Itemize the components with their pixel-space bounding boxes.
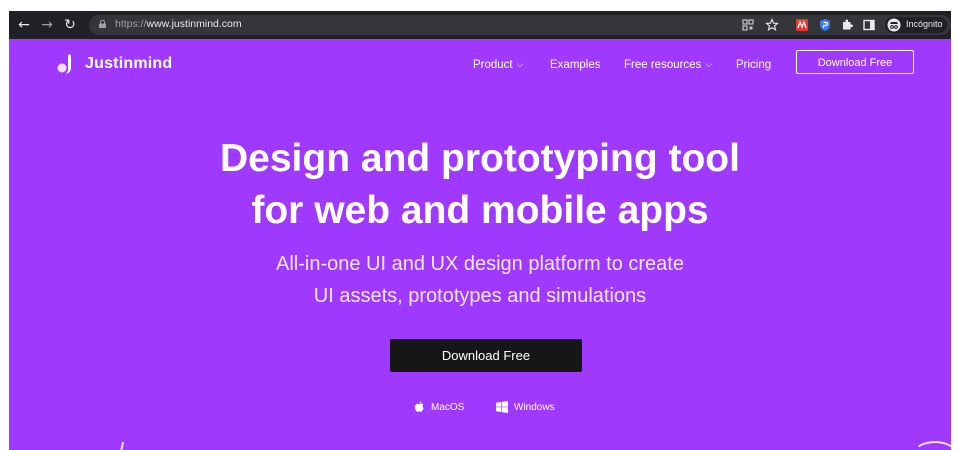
logo-text: Justinmind <box>85 55 173 72</box>
justinmind-landing-page: Justinmind Product ⌵ Examples Free resour… <box>9 39 951 450</box>
nav-pricing-label: Pricing <box>736 59 772 71</box>
macos-label: MacOS <box>431 401 465 413</box>
windows-label: Windows <box>514 401 555 413</box>
hero-title-line-1: Design and prototyping tool <box>220 137 740 180</box>
hero-subtitle-line-2: UI assets, prototypes and simulations <box>313 285 647 307</box>
chevron-down-icon: ⌵ <box>705 59 713 69</box>
url-text[interactable]: https://www.justinmind.com <box>115 18 242 30</box>
hero-subtitle-line-1: All-in-one UI and UX design platform to … <box>276 253 684 275</box>
nav-free-resources[interactable]: Free resources ⌵ <box>624 57 712 73</box>
browser-toolbar: ← → ↻ https://www.justinmind.com Incógni… <box>9 11 951 39</box>
incognito-label: Incógnito <box>906 19 943 29</box>
incognito-profile-button[interactable]: Incógnito <box>885 17 947 33</box>
justinmind-logo[interactable]: Justinmind <box>57 53 172 75</box>
macos-link[interactable]: MacOS <box>414 401 464 413</box>
nav-examples-label: Examples <box>550 59 601 71</box>
url-scheme: https:// <box>115 18 147 30</box>
platform-links: MacOS Windows <box>9 401 951 417</box>
address-bar[interactable]: https://www.justinmind.com Incógnito <box>89 15 951 35</box>
puzzle-extensions-icon[interactable] <box>840 18 854 32</box>
red-extension-icon[interactable] <box>795 18 809 32</box>
windows-icon <box>496 401 508 413</box>
nav-download-free-button[interactable]: Download Free <box>796 50 914 74</box>
nav-pricing[interactable]: Pricing <box>736 57 771 73</box>
forward-arrow-icon[interactable]: → <box>38 16 56 34</box>
incognito-icon <box>887 18 901 32</box>
hero-title: Design and prototyping tool for web and … <box>9 133 951 237</box>
hero-subtitle: All-in-one UI and UX design platform to … <box>9 248 951 312</box>
nav-examples[interactable]: Examples <box>550 57 601 73</box>
apple-icon <box>414 401 424 412</box>
lock-icon[interactable] <box>99 20 106 28</box>
windows-link[interactable]: Windows <box>496 401 555 413</box>
download-free-button[interactable]: Download Free <box>390 339 582 372</box>
nav-free-resources-label: Free resources <box>624 59 702 71</box>
back-arrow-icon[interactable]: ← <box>15 16 33 34</box>
reload-icon[interactable]: ↻ <box>61 16 79 34</box>
shield-extension-icon[interactable] <box>818 18 832 32</box>
nav-product[interactable]: Product ⌵ <box>473 57 523 73</box>
side-panel-icon[interactable] <box>862 18 876 32</box>
hero-title-line-2: for web and mobile apps <box>251 189 709 232</box>
chevron-down-icon: ⌵ <box>516 59 524 69</box>
qr-code-icon[interactable] <box>741 18 755 32</box>
bookmark-star-icon[interactable] <box>765 18 779 32</box>
url-host: www.justinmind.com <box>146 18 242 30</box>
justinmind-logo-mark-icon <box>57 54 71 74</box>
decorative-curve <box>913 441 951 450</box>
nav-product-label: Product <box>473 59 513 71</box>
decorative-stroke <box>119 441 125 450</box>
